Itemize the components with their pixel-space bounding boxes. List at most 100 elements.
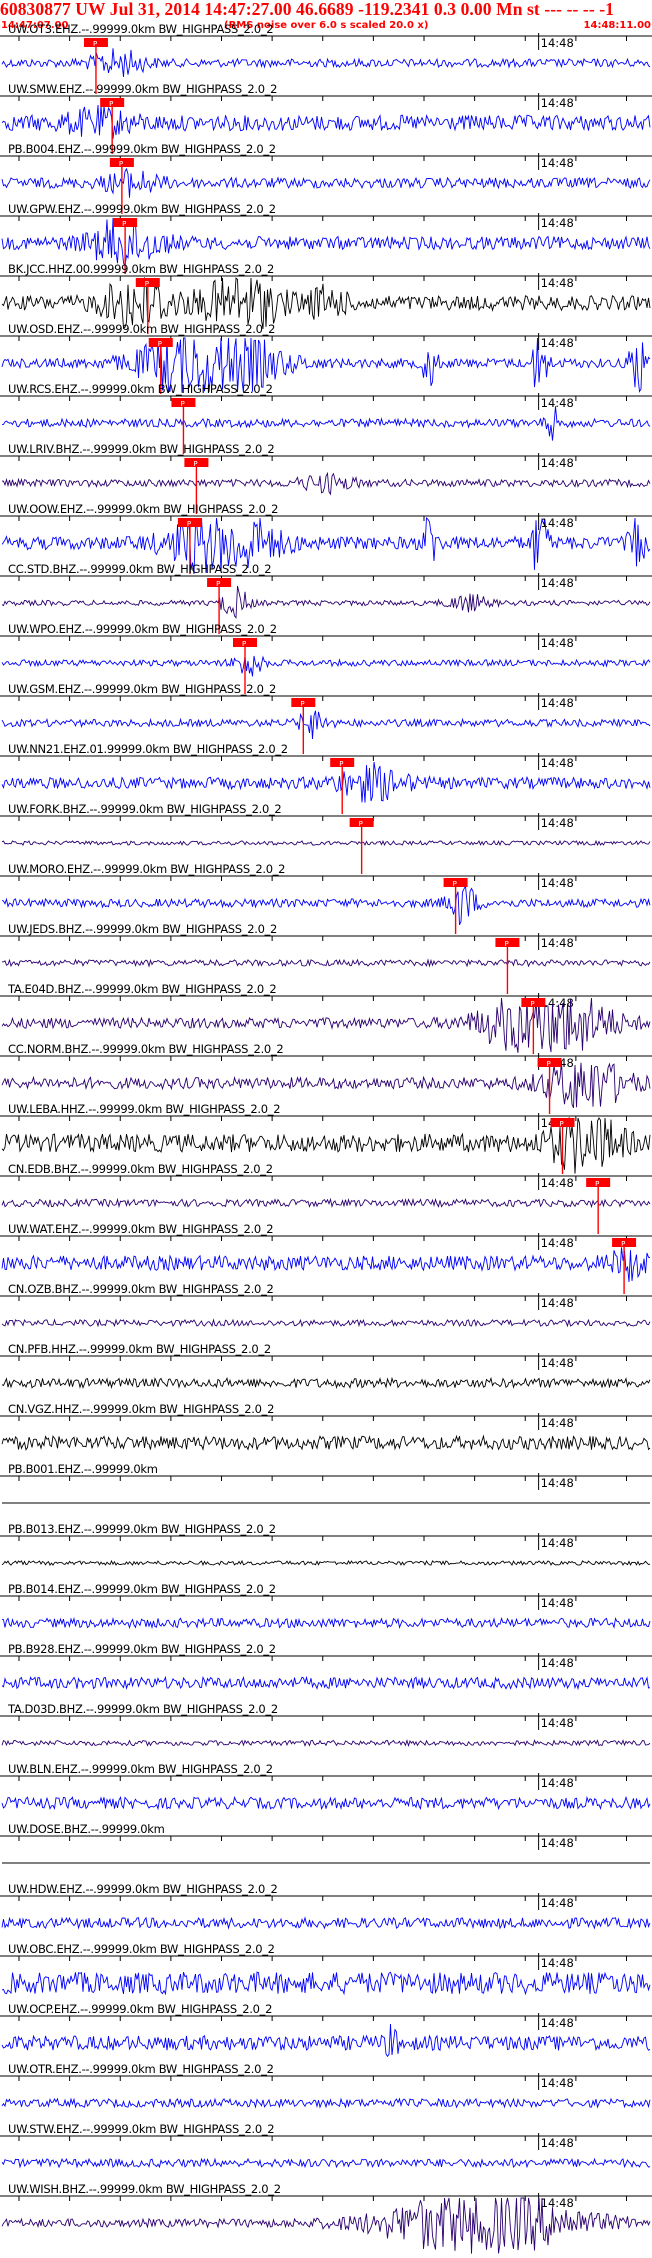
trace-label: UW.RCS.EHZ.--.99999.0km BW_HIGHPASS_2.0_… bbox=[8, 382, 273, 396]
waveform bbox=[1, 585, 651, 619]
waveform bbox=[1, 1559, 651, 1567]
trace-label: CN.PFB.HHZ.--.99999.0km BW_HIGHPASS_2.0_… bbox=[8, 1342, 271, 1356]
pick-label: P bbox=[122, 220, 126, 228]
minute-label: 14:48 bbox=[541, 2136, 574, 2150]
trace-label: UW.BLN.EHZ.--.99999.0km BW_HIGHPASS_2.0_… bbox=[8, 1762, 273, 1776]
trace-label: UW.OT3.EHZ.--.99999.0km BW_HIGHPASS_2.0_… bbox=[8, 22, 273, 36]
minute-label: 14:48 bbox=[541, 1716, 574, 1730]
minute-label: 14:48 bbox=[541, 2196, 574, 2210]
trace-label: UW.MORO.EHZ.--.99999.0km BW_HIGHPASS_2.0… bbox=[8, 862, 285, 876]
waveform bbox=[1, 1434, 651, 1451]
trace-label: UW.WAT.EHZ.--.99999.0km BW_HIGHPASS_2.0_… bbox=[8, 1222, 273, 1236]
trace-label: UW.WISH.BHZ.--.99999.0km BW_HIGHPASS_2.0… bbox=[8, 2182, 281, 2196]
waveform bbox=[1, 1738, 651, 1748]
seismogram-plot: 14:48 UW.OT3.EHZ.--.99999.0km BW_HIGHPASS… bbox=[0, 22, 652, 2254]
pick-label: P bbox=[93, 40, 97, 48]
minute-label: 14:48 bbox=[541, 1776, 574, 1790]
pick-label: P bbox=[242, 640, 246, 648]
minute-label: 14:48 bbox=[541, 1296, 574, 1310]
minute-label: 14:48 bbox=[541, 36, 574, 50]
waveform bbox=[1, 471, 651, 496]
waveform bbox=[1, 2097, 651, 2109]
waveform bbox=[1, 655, 651, 677]
trace-label: PB.B013.EHZ.--.99999.0km BW_HIGHPASS_2.0… bbox=[8, 1522, 276, 1536]
waveform bbox=[1, 1971, 651, 1996]
trace-label: PB.B014.EHZ.--.99999.0km BW_HIGHPASS_2.0… bbox=[8, 1582, 276, 1596]
trace-label: UW.GSM.EHZ.--.99999.0km BW_HIGHPASS_2.0_… bbox=[8, 682, 276, 696]
waveform bbox=[1, 1616, 651, 1630]
waveform bbox=[1, 2157, 651, 2169]
trace-label: UW.FORK.BHZ.--.99999.0km BW_HIGHPASS_2.0… bbox=[8, 802, 281, 816]
trace-label: CC.NORM.BHZ.--.99999.0km BW_HIGHPASS_2.0… bbox=[8, 1042, 283, 1056]
waveform bbox=[1, 167, 651, 198]
waveform bbox=[1, 1916, 651, 1930]
trace-label: UW.OSD.EHZ.--.99999.0km BW_HIGHPASS_2.0_… bbox=[8, 322, 275, 336]
minute-label: 14:48 bbox=[541, 1356, 574, 1370]
trace-label: TA.E04D.BHZ.--.99999.0km BW_HIGHPASS_2.0… bbox=[7, 982, 276, 996]
pick-label: P bbox=[504, 940, 508, 948]
minute-label: 14:48 bbox=[541, 1476, 574, 1490]
minute-label: 14:48 bbox=[541, 1176, 574, 1190]
pick-label: P bbox=[145, 280, 149, 288]
pick-label: P bbox=[621, 1240, 625, 1248]
waveform bbox=[1, 1318, 651, 1328]
minute-label: 14:48 bbox=[541, 756, 574, 770]
minute-label: 14:48 bbox=[541, 936, 574, 950]
minute-label: 14:48 bbox=[541, 1536, 574, 1550]
minute-label: 14:48 bbox=[541, 1236, 574, 1250]
waveform bbox=[1, 104, 651, 139]
trace-label: UW.SMW.EHZ.--.99999.0km BW_HIGHPASS_2.0_… bbox=[8, 82, 277, 96]
pick-label: P bbox=[560, 1120, 564, 1128]
pick-label: P bbox=[530, 1000, 534, 1008]
trace-label: UW.OOW.EHZ.--.99999.0km BW_HIGHPASS_2.0_… bbox=[8, 502, 278, 516]
pick-label: P bbox=[158, 340, 162, 348]
pick-label: P bbox=[119, 160, 123, 168]
trace-label: CC.STD.BHZ.--.99999.0km BW_HIGHPASS_2.0_… bbox=[8, 562, 271, 576]
minute-label: 14:48 bbox=[541, 576, 574, 590]
pick-label: P bbox=[187, 520, 191, 528]
trace-label: PB.B004.EHZ.--.99999.0km BW_HIGHPASS_2.0… bbox=[8, 142, 276, 156]
trace-label: UW.OTR.EHZ.--.99999.0km BW_HIGHPASS_2.0_… bbox=[8, 2062, 274, 2076]
minute-label: 14:48 bbox=[541, 216, 574, 230]
minute-label: 14:48 bbox=[541, 1956, 574, 1970]
minute-label: 14:48 bbox=[541, 1836, 574, 1850]
pick-label: P bbox=[300, 700, 304, 708]
trace-label: UW.NN21.EHZ.01.99999.0km BW_HIGHPASS_2.0… bbox=[8, 742, 288, 756]
pick-label: P bbox=[595, 1180, 599, 1188]
waveform bbox=[1, 958, 651, 968]
minute-label: 14:48 bbox=[541, 96, 574, 110]
waveform bbox=[1, 1675, 651, 1691]
minute-label: 14:48 bbox=[541, 696, 574, 710]
trace-label: UW.LRIV.BHZ.--.99999.0km BW_HIGHPASS_2.0… bbox=[8, 442, 274, 456]
minute-label: 14:48 bbox=[541, 396, 574, 410]
minute-label: 14:48 bbox=[541, 1896, 574, 1910]
minute-label: 14:48 bbox=[541, 2016, 574, 2030]
trace-label: UW.STW.EHZ.--.99999.0km BW_HIGHPASS_2.0_… bbox=[8, 2122, 274, 2136]
pick-label: P bbox=[339, 760, 343, 768]
trace-label: CN.OZB.BHZ.--.99999.0km BW_HIGHPASS_2.0_… bbox=[8, 1282, 274, 1296]
waveform bbox=[1, 710, 651, 740]
trace-label: UW.OCP.EHZ.--.99999.0km BW_HIGHPASS_2.0_… bbox=[8, 2002, 272, 2016]
minute-label: 14:48 bbox=[541, 156, 574, 170]
pick-label: P bbox=[453, 880, 457, 888]
waveform bbox=[1, 1376, 651, 1390]
trace-label: PB.B928.EHZ.--.99999.0km BW_HIGHPASS_2.0… bbox=[8, 1642, 276, 1656]
minute-label: 14:48 bbox=[541, 276, 574, 290]
waveform bbox=[1, 884, 651, 925]
minute-label: 14:48 bbox=[541, 336, 574, 350]
trace-label: UW.GPW.EHZ.--.99999.0km BW_HIGHPASS_2.0_… bbox=[8, 202, 276, 216]
waveform bbox=[1, 1247, 651, 1282]
waveform bbox=[1, 839, 651, 847]
minute-label: 14:48 bbox=[541, 816, 574, 830]
minute-label: 14:48 bbox=[541, 2076, 574, 2090]
trace-label: UW.DOSE.BHZ.--.99999.0km bbox=[8, 1822, 165, 1836]
trace-label: UW.JEDS.BHZ.--.99999.0km BW_HIGHPASS_2.0… bbox=[8, 922, 277, 936]
waveform bbox=[1, 406, 651, 441]
waveform bbox=[1, 1795, 651, 1811]
trace-label: CN.EDB.BHZ.--.99999.0km BW_HIGHPASS_2.0_… bbox=[8, 1162, 273, 1176]
trace-label: BK.JCC.HHZ.00.99999.0km BW_HIGHPASS_2.0_… bbox=[8, 262, 274, 276]
pick-label: P bbox=[193, 460, 197, 468]
pick-label: P bbox=[109, 100, 113, 108]
minute-label: 14:48 bbox=[541, 1416, 574, 1430]
trace-label: UW.OBC.EHZ.--.99999.0km BW_HIGHPASS_2.0_… bbox=[8, 1942, 275, 1956]
